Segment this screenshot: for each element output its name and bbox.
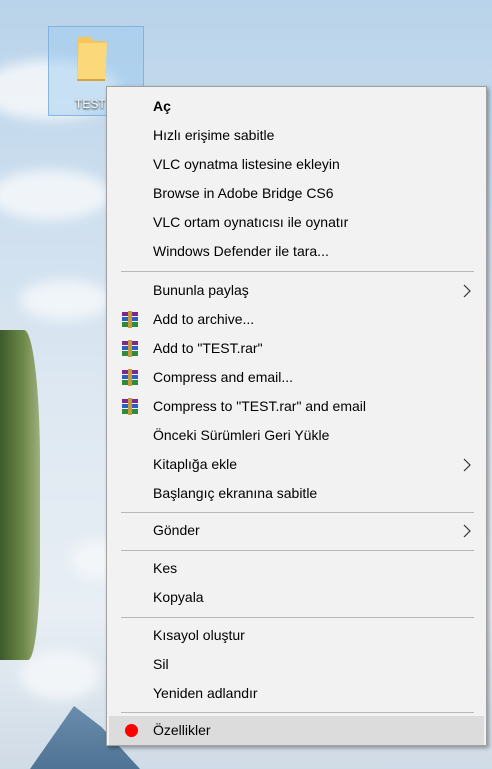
menu-item-add-to-archive[interactable]: Add to archive... (109, 305, 484, 334)
menu-item-label: Compress to "TEST.rar" and email (153, 398, 367, 414)
cliff-scenery (0, 330, 40, 660)
menu-item-label: Windows Defender ile tara... (153, 243, 329, 259)
menu-item-vlc-play[interactable]: VLC ortam oynatıcısı ile oynatır (109, 208, 484, 237)
red-dot-icon (125, 724, 138, 737)
menu-item-copy[interactable]: Kopyala (109, 583, 484, 612)
menu-item-label: Kopyala (153, 589, 204, 605)
menu-item-label: Browse in Adobe Bridge CS6 (153, 185, 334, 201)
desktop-folder-label: TEST (75, 97, 106, 111)
winrar-icon (122, 311, 138, 328)
menu-item-label: Bununla paylaş (153, 282, 249, 298)
menu-item-label: VLC ortam oynatıcısı ile oynatır (153, 214, 349, 230)
menu-item-label: Gönder (153, 522, 200, 538)
menu-item-label: Add to archive... (153, 311, 255, 327)
menu-item-label: Sil (153, 656, 169, 672)
menu-item-label: Aç (153, 98, 171, 114)
menu-item-send-to[interactable]: Gönder (109, 516, 484, 545)
menu-item-restore-versions[interactable]: Önceki Sürümleri Geri Yükle (109, 421, 484, 450)
menu-item-open[interactable]: Aç (109, 92, 484, 121)
menu-item-label: Özellikler (153, 722, 211, 738)
context-menu: Aç Hızlı erişime sabitle VLC oynatma lis… (106, 86, 487, 746)
menu-item-label: Kes (153, 560, 178, 576)
menu-item-share-with[interactable]: Bununla paylaş (109, 276, 484, 305)
menu-item-browse-bridge[interactable]: Browse in Adobe Bridge CS6 (109, 179, 484, 208)
menu-separator (121, 617, 474, 618)
menu-item-label: Compress and email... (153, 369, 294, 385)
menu-separator (121, 550, 474, 551)
menu-item-label: Add to "TEST.rar" (153, 340, 263, 356)
menu-item-delete[interactable]: Sil (109, 650, 484, 679)
menu-item-pin-quick-access[interactable]: Hızlı erişime sabitle (109, 121, 484, 150)
folder-icon (77, 37, 107, 81)
menu-item-add-to-rar[interactable]: Add to "TEST.rar" (109, 334, 484, 363)
menu-item-label: Başlangıç ekranına sabitle (153, 485, 318, 501)
chevron-right-icon (463, 524, 471, 538)
menu-item-label: Hızlı erişime sabitle (153, 127, 275, 143)
menu-item-label: Kitaplığa ekle (153, 456, 238, 472)
winrar-icon (122, 340, 138, 357)
menu-item-include-library[interactable]: Kitaplığa ekle (109, 450, 484, 479)
menu-separator (121, 271, 474, 272)
menu-item-label: Önceki Sürümleri Geri Yükle (153, 427, 330, 443)
winrar-icon (122, 398, 138, 415)
menu-item-pin-start[interactable]: Başlangıç ekranına sabitle (109, 479, 484, 508)
chevron-right-icon (463, 458, 471, 472)
menu-separator (121, 712, 474, 713)
menu-item-cut[interactable]: Kes (109, 554, 484, 583)
menu-item-compress-email[interactable]: Compress and email... (109, 363, 484, 392)
menu-item-vlc-add-playlist[interactable]: VLC oynatma listesine ekleyin (109, 150, 484, 179)
menu-item-label: Yeniden adlandır (153, 685, 258, 701)
menu-item-rename[interactable]: Yeniden adlandır (109, 679, 484, 708)
menu-item-create-shortcut[interactable]: Kısayol oluştur (109, 621, 484, 650)
menu-item-label: VLC oynatma listesine ekleyin (153, 156, 340, 172)
winrar-icon (122, 369, 138, 386)
menu-item-properties[interactable]: Özellikler (109, 716, 484, 745)
chevron-right-icon (463, 284, 471, 298)
menu-item-defender-scan[interactable]: Windows Defender ile tara... (109, 237, 484, 266)
menu-item-compress-rar-email[interactable]: Compress to "TEST.rar" and email (109, 392, 484, 421)
menu-separator (121, 512, 474, 513)
menu-item-label: Kısayol oluştur (153, 627, 245, 643)
